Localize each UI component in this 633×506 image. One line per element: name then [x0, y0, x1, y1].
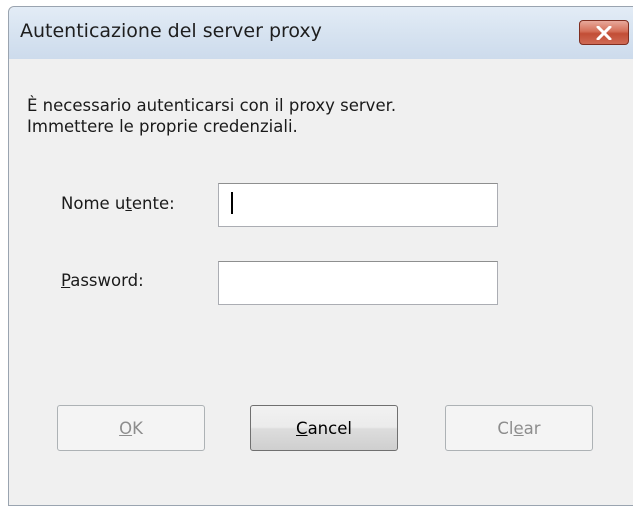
username-label-pre: Nome u: [61, 194, 126, 213]
username-label: Nome utente:: [61, 194, 175, 213]
dialog-title: Autenticazione del server proxy: [20, 20, 322, 42]
username-field-wrapper: [218, 183, 498, 227]
proxy-auth-dialog: Autenticazione del server proxy È necess…: [8, 6, 633, 506]
ok-label-post: K: [132, 418, 143, 438]
password-input[interactable]: [218, 261, 498, 305]
close-icon: [596, 25, 612, 40]
title-bar[interactable]: Autenticazione del server proxy: [9, 7, 633, 60]
password-label-post: assword:: [70, 271, 144, 290]
username-label-post: ente:: [131, 194, 175, 213]
cancel-button[interactable]: Cancel: [250, 405, 398, 451]
dialog-body: È necessario autenticarsi con il proxy s…: [9, 59, 633, 505]
clear-label-mnemonic: e: [513, 418, 524, 438]
username-input[interactable]: [218, 183, 498, 227]
auth-message-line2: Immettere le proprie credenziali.: [27, 117, 298, 136]
password-label-mnemonic: P: [61, 271, 71, 290]
auth-message-line1: È necessario autenticarsi con il proxy s…: [27, 96, 397, 115]
ok-button[interactable]: OK: [57, 405, 205, 451]
close-button[interactable]: [579, 20, 629, 45]
cancel-label-post: ancel: [307, 418, 352, 438]
text-caret: [231, 192, 233, 214]
cancel-label-mnemonic: C: [296, 418, 308, 438]
clear-label-pre: Cl: [497, 418, 514, 438]
password-label: Password:: [61, 271, 144, 290]
auth-message: È necessario autenticarsi con il proxy s…: [27, 95, 396, 137]
clear-button[interactable]: Cl e ar: [445, 405, 593, 451]
ok-label-mnemonic: O: [119, 418, 133, 438]
clear-label-post: ar: [523, 418, 541, 438]
